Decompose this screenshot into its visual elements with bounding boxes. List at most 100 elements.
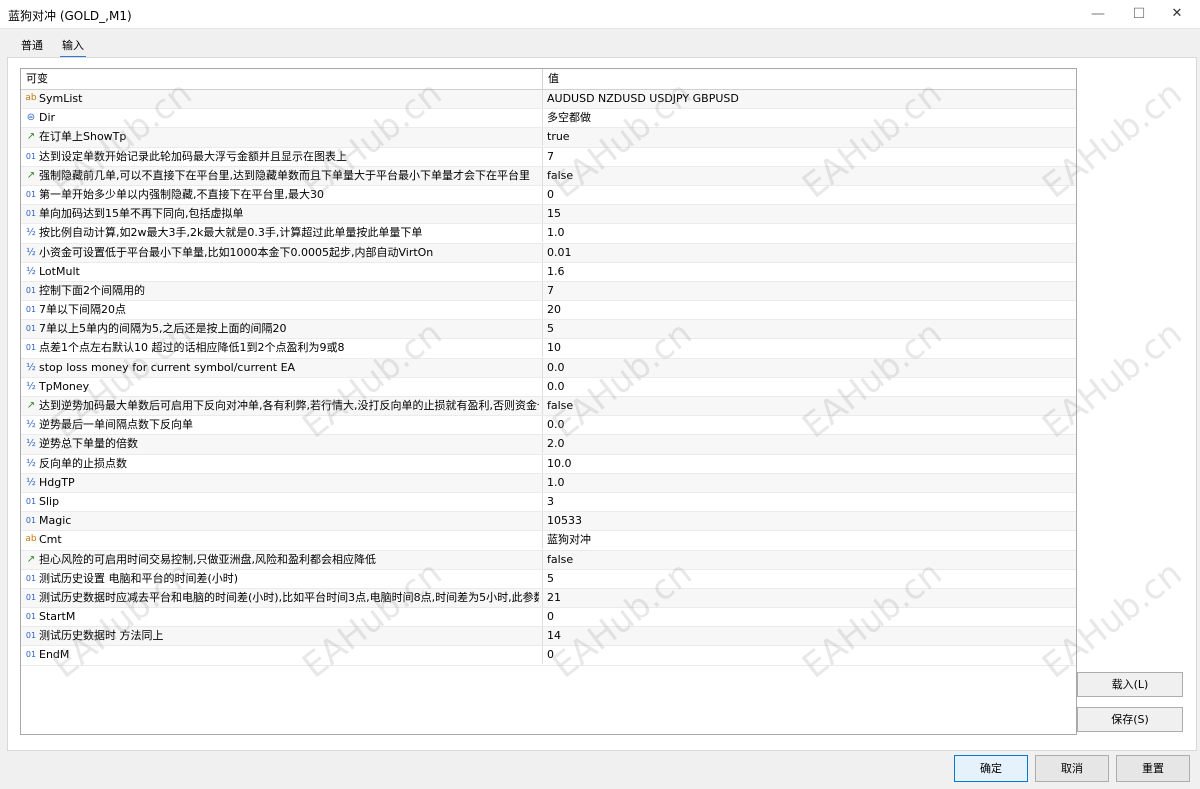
table-row[interactable]: ab SymList AUDUSD NZDUSD USDJPY GBPUSD <box>21 90 1076 110</box>
parameter-value[interactable]: 5 <box>547 570 1067 587</box>
parameter-name: Slip <box>39 494 60 508</box>
parameter-value[interactable]: false <box>547 397 1067 414</box>
table-row[interactable]: 01 7单以下间隔20点 20 <box>21 301 1076 321</box>
save-button[interactable]: 保存(S) <box>1077 707 1183 732</box>
table-row[interactable]: ½ LotMult 1.6 <box>21 262 1076 282</box>
table-row[interactable]: ½ 按比例自动计算,如2w最大3手,2k最大就是0.3手,计算超过此单量按此单量下… <box>21 224 1076 244</box>
parameter-value[interactable]: 蓝狗对冲 <box>547 531 1067 548</box>
tab-inputs[interactable]: 输入 <box>60 37 86 58</box>
table-row[interactable]: 01 点差1个点左右默认10 超过的话相应降低1到2个点盈利为9或8 10 <box>21 339 1076 359</box>
tab-general[interactable]: 普通 <box>19 37 45 56</box>
integer-type-icon: 01 <box>25 612 37 622</box>
parameter-name: 第一单开始多少单以内强制隐藏,不直接下在平台里,最大30 <box>39 187 324 201</box>
parameter-name: Magic <box>39 514 72 528</box>
table-row[interactable]: ½ 逆势总下单量的倍数 2.0 <box>21 435 1076 455</box>
parameter-value[interactable]: 0.0 <box>547 378 1067 395</box>
parameter-value[interactable]: 0 <box>547 646 1067 663</box>
parameter-value[interactable]: 7 <box>547 148 1067 165</box>
table-row[interactable]: ½ TpMoney 0.0 <box>21 377 1076 397</box>
parameter-value[interactable]: 10 <box>547 339 1067 356</box>
parameter-value[interactable]: 20 <box>547 301 1067 318</box>
double-type-icon: ½ <box>26 457 36 469</box>
parameter-value[interactable]: 7 <box>547 282 1067 299</box>
table-row[interactable]: 01 达到设定单数开始记录此轮加码最大浮亏金额并且显示在图表上 7 <box>21 147 1076 167</box>
table-row[interactable]: ½ HdgTP 1.0 <box>21 473 1076 493</box>
parameter-value[interactable]: false <box>547 167 1067 184</box>
table-row[interactable]: 01 第一单开始多少单以内强制隐藏,不直接下在平台里,最大30 0 <box>21 185 1076 206</box>
column-divider <box>542 147 543 166</box>
integer-type-icon: 01 <box>25 324 37 334</box>
table-row[interactable]: ½ stop loss money for current symbol/curr… <box>21 358 1076 378</box>
parameter-value[interactable]: 10533 <box>547 512 1067 529</box>
parameter-value[interactable]: 1.6 <box>547 263 1067 280</box>
table-row[interactable]: ½ 反向单的止损点数 10.0 <box>21 454 1076 474</box>
table-row[interactable]: 01 Slip 3 <box>21 492 1076 513</box>
table-row[interactable]: ↗ 强制隐藏前几单,可以不直接下在平台里,达到隐藏单数而且下单量大于平台最小下单量… <box>21 166 1076 186</box>
parameter-value[interactable]: AUDUSD NZDUSD USDJPY GBPUSD <box>547 90 1067 107</box>
parameter-value[interactable]: 1.0 <box>547 224 1067 241</box>
parameter-name: 达到逆势加码最大单数后可启用下反向对冲单,各有利弊,若行情大,没打反向单的止损就… <box>39 399 539 412</box>
table-row[interactable]: 01 单向加码达到15单不再下同向,包括虚拟单 15 <box>21 205 1076 225</box>
cancel-button[interactable]: 取消 <box>1035 755 1109 782</box>
close-button[interactable]: ✕ <box>1160 0 1194 28</box>
parameter-name: 逆势最后一单间隔点数下反向单 <box>39 418 193 432</box>
parameter-value[interactable]: 0.0 <box>547 359 1067 376</box>
double-type-icon: ½ <box>26 380 36 392</box>
column-divider <box>542 473 543 492</box>
column-divider <box>542 109 543 128</box>
table-row[interactable]: 01 StartM 0 <box>21 608 1076 628</box>
parameter-name: 按比例自动计算,如2w最大3手,2k最大就是0.3手,计算超过此单量按此单量下单 <box>39 226 423 240</box>
parameter-name: Dir <box>39 111 56 125</box>
parameter-name: HdgTP <box>39 475 75 489</box>
parameter-value[interactable]: 10.0 <box>547 455 1067 472</box>
table-row[interactable]: ab Cmt 蓝狗对冲 <box>21 531 1076 551</box>
table-row[interactable]: ½ 逆势最后一单间隔点数下反向单 0.0 <box>21 416 1076 436</box>
column-divider <box>542 397 543 415</box>
parameter-value[interactable]: 5 <box>547 320 1067 337</box>
reset-button[interactable]: 重置 <box>1116 755 1190 782</box>
column-header-value[interactable]: 值 <box>543 69 1068 89</box>
parameter-value[interactable]: 2.0 <box>547 435 1067 452</box>
column-divider <box>542 531 543 550</box>
column-divider <box>542 377 543 396</box>
parameter-value[interactable]: 14 <box>547 627 1067 644</box>
ok-button[interactable]: 确定 <box>954 755 1028 782</box>
table-row[interactable]: 01 EndM 0 <box>21 646 1076 666</box>
load-button[interactable]: 载入(L) <box>1077 672 1183 697</box>
table-row[interactable]: 01 7单以上5单内的间隔为5,之后还是按上面的间隔20 5 <box>21 320 1076 340</box>
maximize-button[interactable]: ☐ <box>1122 0 1156 28</box>
table-row[interactable]: 01 测试历史设置 电脑和平台的时间差(小时) 5 <box>21 569 1076 589</box>
table-row[interactable]: 01 测试历史数据时应减去平台和电脑的时间差(小时),比如平台时间3点,电脑时间8… <box>21 588 1076 609</box>
parameters-grid[interactable]: 可变 值 ab SymList AUDUSD NZDUSD USDJPY GBPUS… <box>20 68 1077 735</box>
bool-type-icon: ↗ <box>26 131 36 143</box>
table-row[interactable]: ½ 小资金可设置低于平台最小下单量,比如1000本金下0.0005起步,内部自动V… <box>21 243 1076 263</box>
table-row[interactable]: ↗ 达到逆势加码最大单数后可启用下反向对冲单,各有利弊,若行情大,没打反向单的止损… <box>21 397 1076 417</box>
column-divider <box>542 262 543 281</box>
parameter-value[interactable]: true <box>547 128 1067 145</box>
parameter-name: 达到设定单数开始记录此轮加码最大浮亏金额并且显示在图表上 <box>39 149 347 163</box>
parameter-value[interactable]: 0.01 <box>547 244 1067 261</box>
parameter-value[interactable]: 3 <box>547 493 1067 510</box>
parameter-value[interactable]: 1.0 <box>547 474 1067 491</box>
parameter-value[interactable]: 多空都做 <box>547 109 1067 126</box>
grid-rows: ab SymList AUDUSD NZDUSD USDJPY GBPUSD ⊜ Dir… <box>21 90 1076 666</box>
parameter-name: 点差1个点左右默认10 超过的话相应降低1到2个点盈利为9或8 <box>39 341 345 355</box>
parameter-value[interactable]: 0 <box>547 608 1067 625</box>
table-row[interactable]: 01 控制下面2个间隔用的 7 <box>21 281 1076 302</box>
column-header-variable[interactable]: 可变 <box>21 69 543 89</box>
parameter-value[interactable]: 0.0 <box>547 416 1067 433</box>
integer-type-icon: 01 <box>25 189 37 199</box>
table-row[interactable]: 01 Magic 10533 <box>21 512 1076 532</box>
parameter-value[interactable]: 15 <box>547 205 1067 222</box>
table-row[interactable]: ↗ 在订单上ShowTp true <box>21 128 1076 148</box>
parameter-value[interactable]: false <box>547 551 1067 568</box>
table-row[interactable]: ⊜ Dir 多空都做 <box>21 109 1076 129</box>
table-row[interactable]: 01 测试历史数据时 方法同上 14 <box>21 627 1076 647</box>
parameter-value[interactable]: 0 <box>547 186 1067 203</box>
table-row[interactable]: ↗ 担心风险的可启用时间交易控制,只做亚洲盘,风险和盈利都会相应降低 false <box>21 550 1076 570</box>
parameter-name: EndM <box>39 648 70 662</box>
parameter-value[interactable]: 21 <box>547 589 1067 606</box>
parameter-name: 小资金可设置低于平台最小下单量,比如1000本金下0.0005起步,内部自动Vi… <box>39 245 434 259</box>
column-divider <box>542 608 543 627</box>
minimize-button[interactable]: — <box>1081 0 1115 28</box>
